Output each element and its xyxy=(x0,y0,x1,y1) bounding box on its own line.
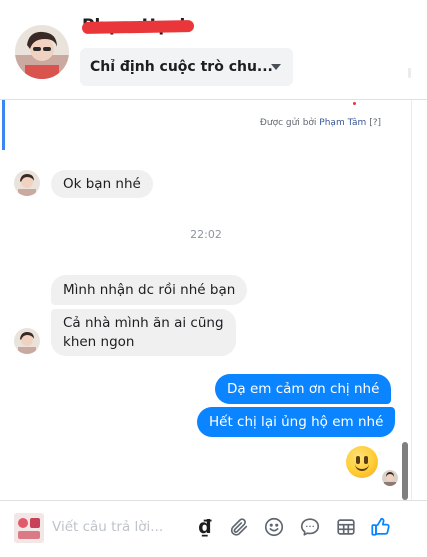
sent-by-prefix: Được gửi bởi xyxy=(259,118,317,128)
attachment-icon xyxy=(230,518,248,536)
message-text: Mình nhận dc rồi nhé bạn xyxy=(63,282,236,298)
contact-avatar-small xyxy=(14,328,40,354)
thread-indicator-bar xyxy=(2,100,5,150)
emoji-icon xyxy=(264,517,284,537)
attachment-button[interactable] xyxy=(227,515,251,539)
quick-reply-icon xyxy=(300,518,320,536)
unread-dot xyxy=(353,102,356,105)
reply-composer: Viết câu trả lời... ₫ xyxy=(0,500,427,557)
smiley-emoji-icon[interactable] xyxy=(346,446,378,478)
conversation-header: Phạm Hạnh Chỉ định cuộc trò chu... xyxy=(0,0,427,100)
panel-divider xyxy=(411,100,412,500)
reply-input[interactable]: Viết câu trả lời... xyxy=(52,519,163,535)
page-avatar xyxy=(14,513,44,543)
like-icon xyxy=(371,517,390,536)
seen-avatar xyxy=(382,470,398,486)
emoji-button[interactable] xyxy=(262,515,286,539)
redaction-mark xyxy=(81,20,195,34)
message-timestamp: 22:02 xyxy=(190,228,222,241)
contact-avatar[interactable] xyxy=(15,25,69,79)
message-text-line: khen ngon xyxy=(63,334,135,350)
quick-reply-button[interactable] xyxy=(298,515,322,539)
sent-by-help[interactable]: [?] xyxy=(369,118,381,128)
message-text-line: Cả nhà mình ăn ai cũng xyxy=(63,315,224,331)
panel-edge xyxy=(408,68,411,78)
message-bubble-outgoing[interactable]: Hết chị lại ủng hộ em nhé xyxy=(197,407,396,437)
sent-by-note: Được gửi bởi Phạm Tâm [?] xyxy=(260,118,381,128)
message-text: Dạ em cảm ơn chị nhé xyxy=(227,381,380,397)
scrollbar-thumb[interactable] xyxy=(402,442,408,500)
saved-replies-button[interactable] xyxy=(334,515,358,539)
contact-avatar-small xyxy=(14,170,40,196)
saved-replies-icon xyxy=(337,519,355,535)
message-text: Hết chị lại ủng hộ em nhé xyxy=(209,414,384,430)
message-bubble-incoming[interactable]: Mình nhận dc rồi nhé bạn xyxy=(51,275,248,305)
message-text: Ok bạn nhé xyxy=(63,176,141,192)
payment-button[interactable]: ₫ xyxy=(193,515,217,539)
assign-conversation-dropdown[interactable]: Chỉ định cuộc trò chu... xyxy=(80,48,293,86)
message-bubble-incoming[interactable]: Cả nhà mình ăn ai cũng khen ngon xyxy=(51,309,236,356)
assign-conversation-label: Chỉ định cuộc trò chu... xyxy=(90,59,273,75)
sent-by-name[interactable]: Phạm Tâm xyxy=(319,118,366,128)
message-bubble-incoming[interactable]: Ok bạn nhé xyxy=(51,170,153,198)
chevron-down-icon xyxy=(271,64,281,70)
message-bubble-outgoing[interactable]: Dạ em cảm ơn chị nhé xyxy=(215,374,392,404)
message-thread: Được gửi bởi Phạm Tâm [?] Ok bạn nhé 22:… xyxy=(0,100,427,500)
currency-icon: ₫ xyxy=(198,516,212,538)
like-button[interactable] xyxy=(369,515,393,539)
